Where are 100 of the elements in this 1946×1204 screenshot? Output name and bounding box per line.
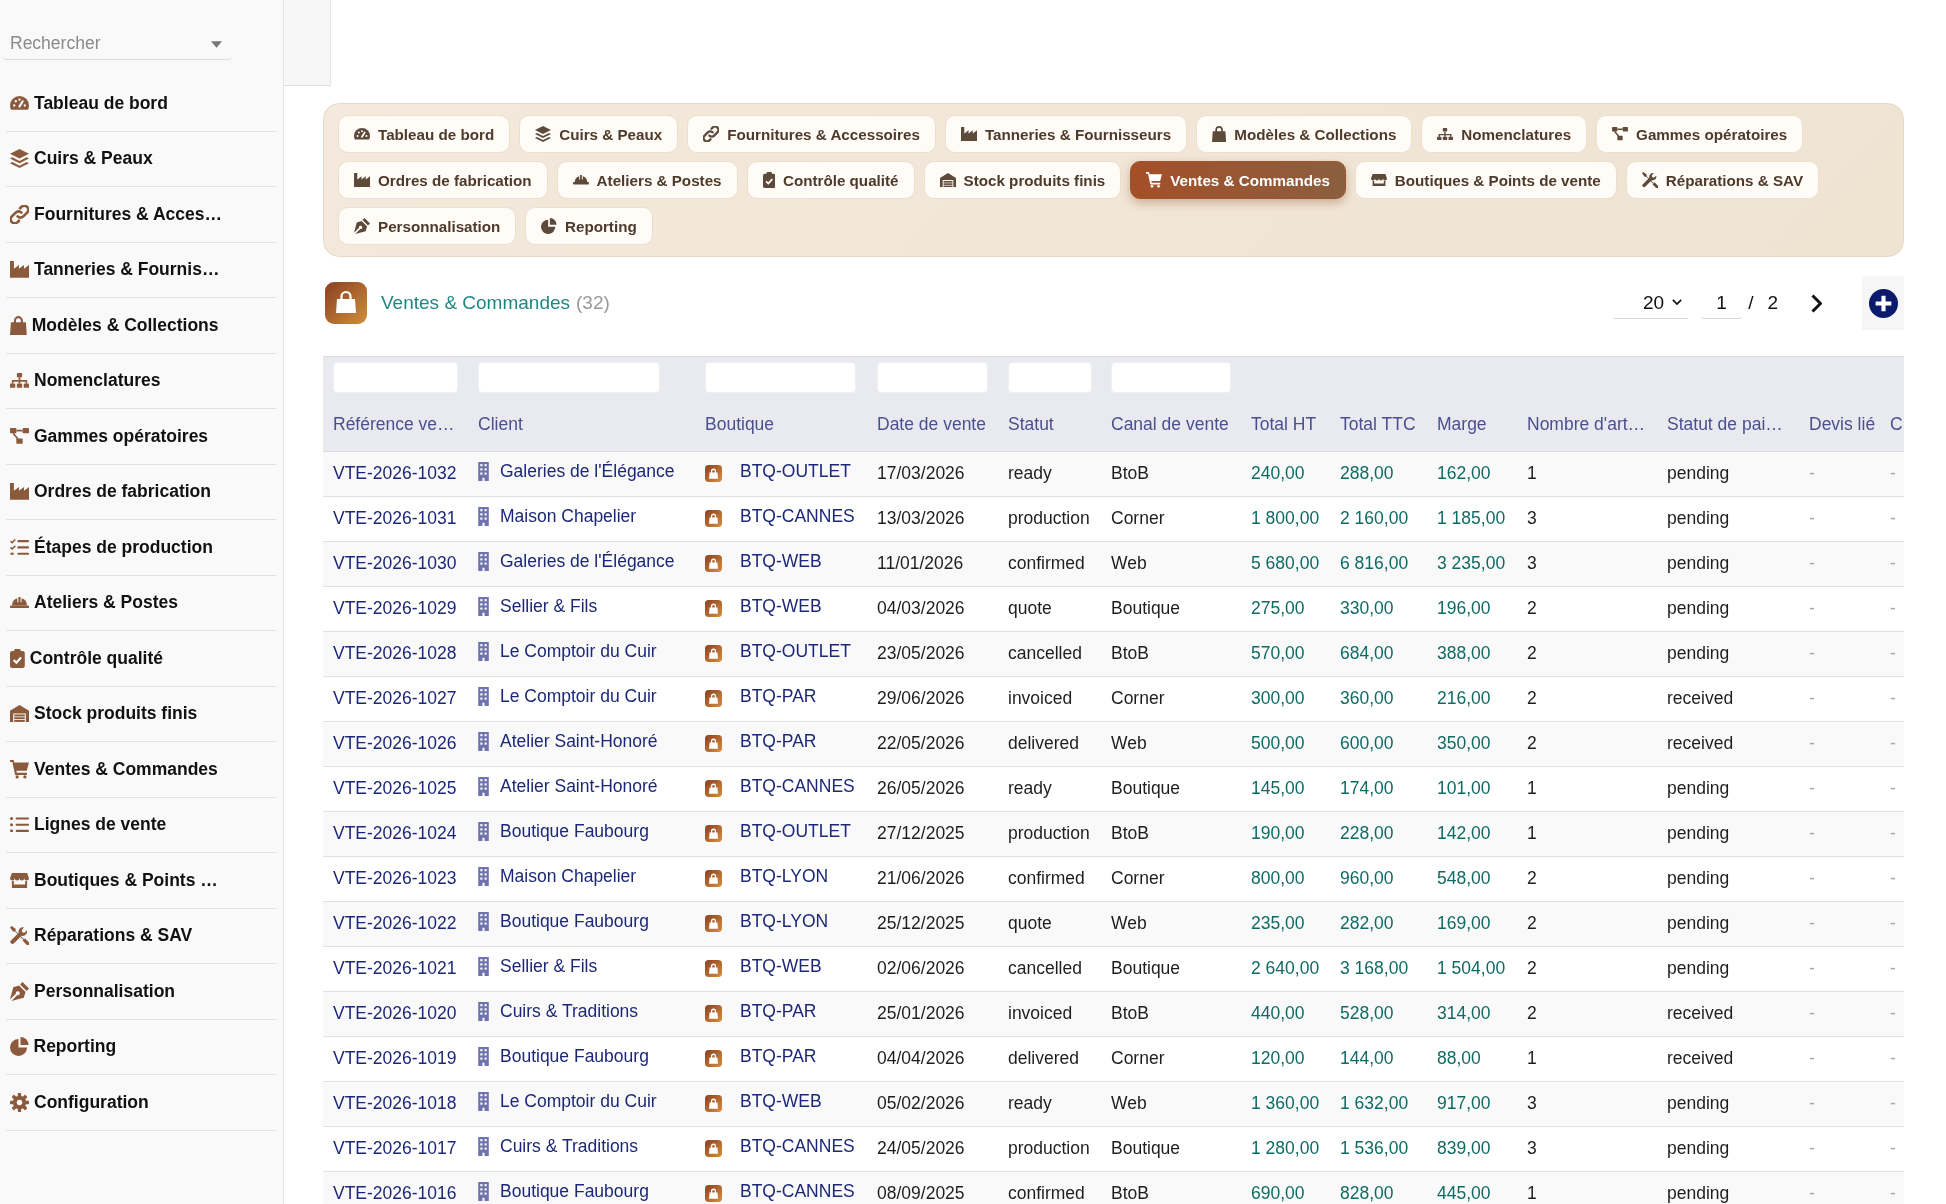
order-link[interactable]: VTE-2026-1031 [333,508,457,528]
shop-link[interactable]: BTQ-OUTLET [740,460,851,482]
client-link[interactable]: Boutique Faubourg [500,1046,649,1067]
nav-tab[interactable]: Contrôle qualité [746,161,915,199]
column-header[interactable]: Statut de pai… [1657,397,1799,451]
nav-tab[interactable]: Réparations & SAV [1625,161,1820,199]
nav-tab[interactable]: Nomenclatures [1421,115,1588,153]
sidebar-item[interactable]: Réparations & SAV [6,908,276,964]
nav-tab[interactable]: Tanneries & Fournisseurs [944,115,1188,153]
order-link[interactable]: VTE-2026-1030 [333,553,457,573]
column-header[interactable]: Date de vente [867,397,998,451]
search-select[interactable]: Rechercher [3,28,232,60]
order-link[interactable]: VTE-2026-1020 [333,1003,457,1023]
client-link[interactable]: Cuirs & Traditions [500,1001,639,1022]
client-link[interactable]: Maison Chapelier [500,506,637,527]
shop-link[interactable]: BTQ-WEB [740,550,822,572]
shop-link[interactable]: BTQ-PAR [740,730,817,752]
client-link[interactable]: Boutique Faubourg [500,911,649,932]
shop-link[interactable]: BTQ-WEB [740,955,822,977]
client-link[interactable]: Maison Chapelier [500,866,637,887]
sidebar-item[interactable]: Boutiques & Points … [6,853,276,909]
nav-tab[interactable]: Fournitures & Accessoires [687,115,936,153]
sidebar-item[interactable]: Tableau de bord [6,76,276,132]
sidebar-item[interactable]: Lignes de vente [6,797,276,853]
shop-link[interactable]: BTQ-CANNES [740,1180,855,1202]
order-link[interactable]: VTE-2026-1016 [333,1183,457,1203]
client-link[interactable]: Le Comptoir du Cuir [500,686,657,707]
shop-link[interactable]: BTQ-LYON [740,910,829,932]
shop-link[interactable]: BTQ-WEB [740,595,822,617]
sidebar-item[interactable]: Gammes opératoires [6,409,276,465]
sidebar-item[interactable]: Reporting [6,1019,276,1075]
sidebar-item[interactable]: Modèles & Collections [6,298,276,354]
order-link[interactable]: VTE-2026-1024 [333,823,457,843]
nav-tab[interactable]: Ventes & Commandes [1130,161,1346,199]
client-link[interactable]: Atelier Saint-Honoré [500,731,658,752]
shop-link[interactable]: BTQ-CANNES [740,775,855,797]
shop-link[interactable]: BTQ-OUTLET [740,820,851,842]
chevron-right-icon[interactable] [1811,293,1822,313]
sidebar-item[interactable]: Contrôle qualité [6,631,276,687]
client-link[interactable]: Boutique Faubourg [500,1181,649,1202]
column-header[interactable]: Nombre d'art… [1517,397,1657,451]
column-header[interactable]: C [1880,397,1904,451]
column-header[interactable]: Total HT [1241,397,1330,451]
sidebar-item[interactable]: Ventes & Commandes [6,742,276,798]
sidebar-item[interactable]: Étapes de production [6,520,276,576]
shop-link[interactable]: BTQ-CANNES [740,505,855,527]
nav-tab[interactable]: Reporting [525,207,653,245]
order-link[interactable]: VTE-2026-1027 [333,688,457,708]
nav-tab[interactable]: Ordres de fabrication [338,161,548,199]
sidebar-item[interactable]: Tanneries & Fournis… [6,242,276,298]
client-link[interactable]: Sellier & Fils [500,956,598,977]
sidebar-item[interactable]: Personnalisation [6,964,276,1020]
client-link[interactable]: Le Comptoir du Cuir [500,641,657,662]
client-link[interactable]: Boutique Faubourg [500,821,649,842]
shop-link[interactable]: BTQ-WEB [740,1090,822,1112]
order-link[interactable]: VTE-2026-1021 [333,958,457,978]
client-link[interactable]: Cuirs & Traditions [500,1136,639,1157]
order-link[interactable]: VTE-2026-1026 [333,733,457,753]
nav-tab[interactable]: Modèles & Collections [1196,115,1413,153]
nav-tab[interactable]: Boutiques & Points de vente [1354,161,1617,199]
order-link[interactable]: VTE-2026-1017 [333,1138,457,1158]
order-link[interactable]: VTE-2026-1018 [333,1093,457,1113]
client-link[interactable]: Atelier Saint-Honoré [500,776,658,797]
order-link[interactable]: VTE-2026-1029 [333,598,457,618]
sidebar-item[interactable]: Nomenclatures [6,353,276,409]
sidebar-item[interactable]: Configuration [6,1075,276,1131]
order-link[interactable]: VTE-2026-1028 [333,643,457,663]
shop-link[interactable]: BTQ-PAR [740,685,817,707]
column-header[interactable]: Marge [1427,397,1517,451]
sidebar-item[interactable]: Cuirs & Peaux [6,131,276,187]
nav-tab[interactable]: Stock produits finis [923,161,1122,199]
sidebar-item[interactable]: Fournitures & Acces… [6,187,276,243]
shop-link[interactable]: BTQ-OUTLET [740,640,851,662]
nav-tab[interactable]: Ateliers & Postes [556,161,738,199]
order-link[interactable]: VTE-2026-1019 [333,1048,457,1068]
sidebar-item[interactable]: Ateliers & Postes [6,575,276,631]
client-link[interactable]: Le Comptoir du Cuir [500,1091,657,1112]
nav-tab[interactable]: Cuirs & Peaux [519,115,679,153]
column-header[interactable]: Référence ve… [323,397,468,451]
shop-link[interactable]: BTQ-CANNES [740,1135,855,1157]
order-link[interactable]: VTE-2026-1022 [333,913,457,933]
shop-link[interactable]: BTQ-PAR [740,1000,817,1022]
column-header[interactable]: Canal de vente [1101,397,1241,451]
page-size-select[interactable]: 20 [1614,287,1689,319]
column-header[interactable]: Total TTC [1330,397,1427,451]
client-link[interactable]: Galeries de l'Élégance [500,551,675,572]
client-link[interactable]: Galeries de l'Élégance [500,461,675,482]
column-header[interactable]: Statut [998,397,1101,451]
shop-link[interactable]: BTQ-LYON [740,865,829,887]
nav-tab[interactable]: Tableau de bord [338,115,511,153]
column-header[interactable]: Boutique [695,397,867,451]
add-button[interactable] [1862,276,1904,330]
sidebar-item[interactable]: Ordres de fabrication [6,464,276,520]
column-header[interactable]: Client [468,397,695,451]
order-link[interactable]: VTE-2026-1023 [333,868,457,888]
order-link[interactable]: VTE-2026-1025 [333,778,457,798]
nav-tab[interactable]: Gammes opératoires [1596,115,1804,153]
page-input[interactable]: 1 [1701,287,1743,319]
column-header[interactable]: Devis lié [1799,397,1880,451]
sidebar-item[interactable]: Stock produits finis [6,686,276,742]
